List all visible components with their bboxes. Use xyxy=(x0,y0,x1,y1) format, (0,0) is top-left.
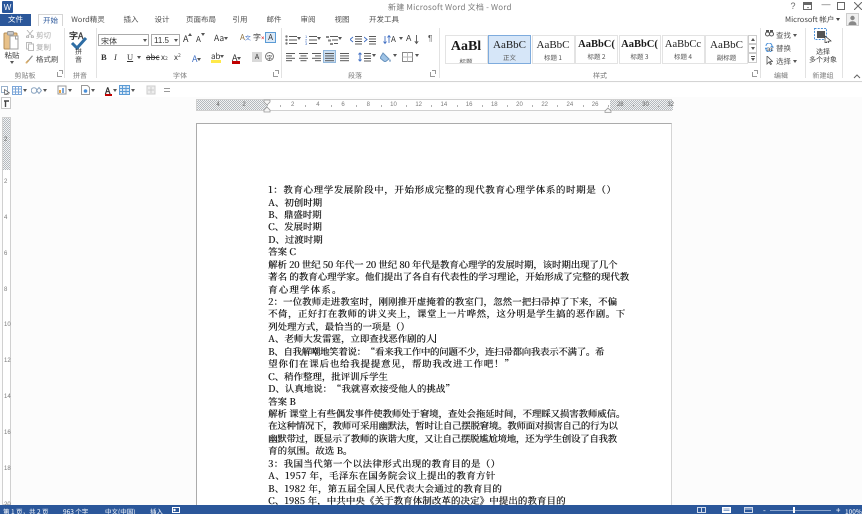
svg-text:W: W xyxy=(4,3,12,12)
svg-text:ac: ac xyxy=(767,44,773,52)
svg-text:3: 3 xyxy=(305,41,308,45)
